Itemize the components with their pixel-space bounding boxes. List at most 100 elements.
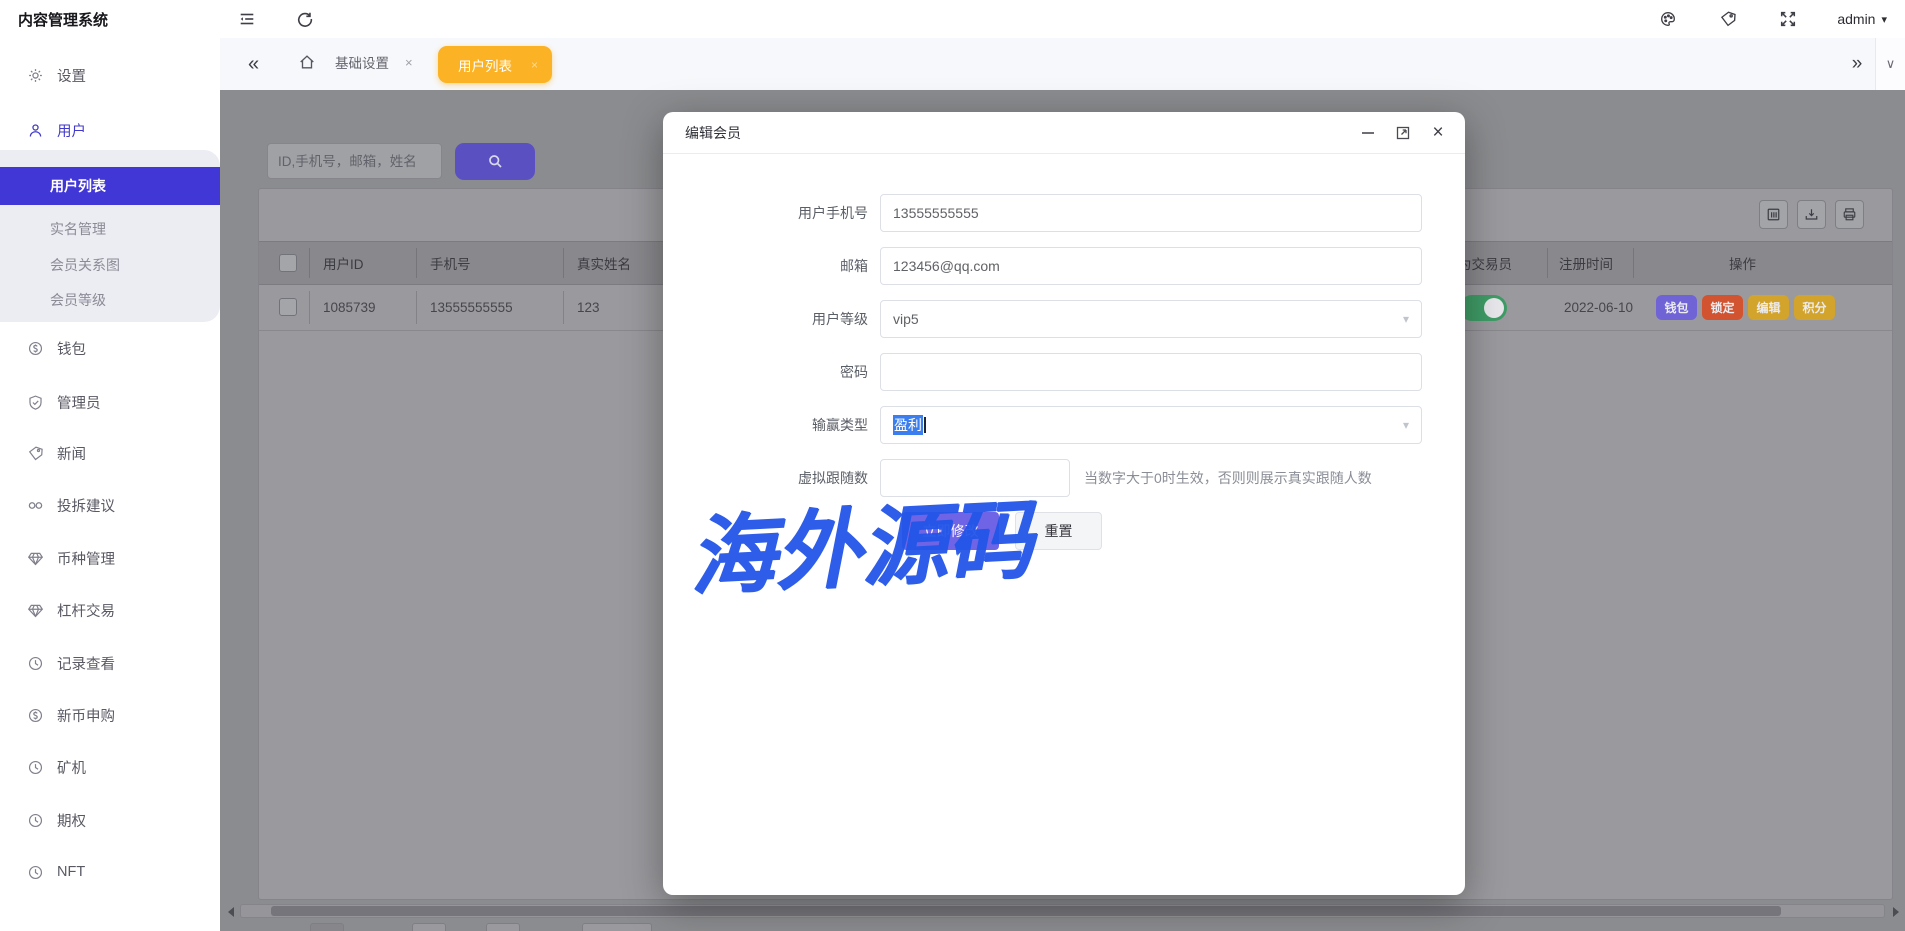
- sidebar-item-feedback[interactable]: 投拆建议: [0, 485, 220, 525]
- sidebar-item-news[interactable]: 新闻: [0, 433, 220, 473]
- field-label: 用户等级: [663, 300, 868, 338]
- lock-action-button[interactable]: 锁定: [1702, 295, 1743, 320]
- clock-icon: [27, 864, 44, 881]
- tag-icon: [27, 445, 44, 462]
- sidebar-item-options[interactable]: 期权: [0, 800, 220, 840]
- field-phone: 用户手机号: [663, 194, 1465, 232]
- password-input[interactable]: [880, 353, 1422, 391]
- win-lose-type-select[interactable]: 盈利 ▾: [880, 406, 1422, 444]
- row-checkbox[interactable]: [279, 298, 297, 316]
- sidebar-item-label: 记录查看: [57, 653, 115, 674]
- shield-check-icon: [27, 394, 44, 411]
- tab-label: 用户列表: [458, 55, 512, 75]
- cell-phone: 13555555555: [430, 285, 513, 330]
- sidebar-item-admins[interactable]: 管理员: [0, 382, 220, 422]
- tabs-scroll-right-icon[interactable]: »: [1839, 53, 1875, 75]
- diamond-icon: [27, 602, 44, 619]
- sidebar-item-label: 钱包: [57, 338, 86, 359]
- user-menu[interactable]: admin ▾: [1837, 11, 1887, 27]
- sidebar-item-wallet[interactable]: 钱包: [0, 328, 220, 368]
- tag-icon[interactable]: [1717, 8, 1739, 30]
- sidebar-item-label: 投拆建议: [57, 495, 115, 516]
- tab-close-icon[interactable]: ×: [405, 55, 413, 70]
- fullscreen-icon[interactable]: [1777, 8, 1799, 30]
- field-virtual-followers: 虚拟跟随数 当数字大于0时生效，否则则展示真实跟随人数: [663, 459, 1465, 497]
- select-value: vip5: [893, 311, 919, 327]
- minimize-icon[interactable]: [1359, 124, 1377, 142]
- sidebar-item-label: 杠杆交易: [57, 600, 115, 621]
- sidebar-item-realname[interactable]: 实名管理: [0, 212, 220, 246]
- points-action-button[interactable]: 积分: [1794, 295, 1835, 320]
- tab-user-list[interactable]: 用户列表 ×: [438, 46, 552, 83]
- collapse-sidebar-icon[interactable]: [236, 8, 258, 30]
- cell-user-id: 1085739: [323, 285, 376, 330]
- field-label: 邮箱: [663, 247, 868, 285]
- submit-button[interactable]: 立即修改: [902, 512, 999, 550]
- sidebar-item-label: 币种管理: [57, 548, 115, 569]
- sidebar-item-settings[interactable]: 设置: [0, 55, 220, 95]
- pagination-button[interactable]: [412, 923, 446, 931]
- field-label: 输赢类型: [663, 406, 868, 444]
- trader-toggle-on[interactable]: [1459, 295, 1507, 321]
- text-cursor: [924, 417, 926, 433]
- cell-real-name: 123: [577, 285, 600, 330]
- sidebar-item-miner[interactable]: 矿机: [0, 747, 220, 787]
- search-input[interactable]: [267, 143, 442, 179]
- clock-icon: [27, 655, 44, 672]
- user-name: admin: [1837, 11, 1875, 27]
- sidebar-item-member-graph[interactable]: 会员关系图: [0, 248, 220, 282]
- columns-setting-icon[interactable]: [1759, 200, 1788, 229]
- sidebar-item-label: 矿机: [57, 757, 86, 778]
- tab-close-icon[interactable]: ×: [531, 58, 538, 72]
- wallet-action-button[interactable]: 钱包: [1656, 295, 1697, 320]
- pagination-select[interactable]: [582, 923, 652, 931]
- close-icon[interactable]: ×: [1429, 124, 1447, 142]
- tab-basic-settings[interactable]: 基础设置 ×: [335, 52, 413, 72]
- clock-icon: [27, 759, 44, 776]
- hscroll-right-arrow[interactable]: [1893, 907, 1899, 917]
- reset-button[interactable]: 重置: [1015, 512, 1102, 550]
- sidebar-item-leverage[interactable]: 杠杆交易: [0, 590, 220, 630]
- gear-icon: [27, 67, 44, 84]
- home-tab-icon[interactable]: [298, 53, 316, 76]
- phone-input[interactable]: [880, 194, 1422, 232]
- export-icon[interactable]: [1797, 200, 1826, 229]
- sidebar-item-label: 设置: [57, 65, 86, 86]
- sidebar-item-label: 用户列表: [50, 178, 106, 194]
- maximize-icon[interactable]: [1394, 124, 1412, 142]
- field-email: 邮箱: [663, 247, 1465, 285]
- pagination-button[interactable]: [310, 923, 344, 931]
- print-icon[interactable]: [1835, 200, 1864, 229]
- sidebar-item-member-level[interactable]: 会员等级: [0, 283, 220, 317]
- modal-actions: 立即修改 重置: [663, 512, 1465, 550]
- hscroll-left-arrow[interactable]: [228, 907, 234, 917]
- email-input[interactable]: [880, 247, 1422, 285]
- sidebar-item-coin-manage[interactable]: 币种管理: [0, 538, 220, 578]
- refresh-icon[interactable]: [294, 8, 316, 30]
- hscroll-thumb[interactable]: [271, 906, 1781, 916]
- app-title: 内容管理系统: [18, 9, 208, 30]
- tabs-dropdown-icon[interactable]: ∨: [1875, 38, 1905, 90]
- user-icon: [27, 122, 44, 139]
- select-all-checkbox[interactable]: [279, 254, 297, 272]
- virtual-followers-input[interactable]: [880, 459, 1070, 497]
- edit-action-button[interactable]: 编辑: [1748, 295, 1789, 320]
- field-label: 用户手机号: [663, 194, 868, 232]
- sidebar-item-users[interactable]: 用户: [0, 110, 220, 150]
- theme-palette-icon[interactable]: [1657, 8, 1679, 30]
- pagination-button[interactable]: [486, 923, 520, 931]
- tabs-scroll-left-icon[interactable]: «: [248, 52, 259, 76]
- user-level-select[interactable]: vip5 ▾: [880, 300, 1422, 338]
- screen: 内容管理系统: [0, 0, 1905, 931]
- chevron-down-icon: ▾: [1403, 312, 1409, 326]
- search-button[interactable]: [455, 143, 535, 180]
- sidebar-item-nft[interactable]: NFT: [0, 852, 220, 892]
- sidebar-item-new-coin[interactable]: 新币申购: [0, 695, 220, 735]
- horizontal-scrollbar[interactable]: [240, 904, 1885, 918]
- sidebar-item-records[interactable]: 记录查看: [0, 643, 220, 683]
- sidebar-item-user-list[interactable]: 用户列表: [0, 167, 220, 205]
- sidebar-item-label: 新币申购: [57, 705, 115, 726]
- field-label: 密码: [663, 353, 868, 391]
- link-icon: [27, 497, 44, 514]
- col-register-time: 注册时间: [1559, 242, 1613, 284]
